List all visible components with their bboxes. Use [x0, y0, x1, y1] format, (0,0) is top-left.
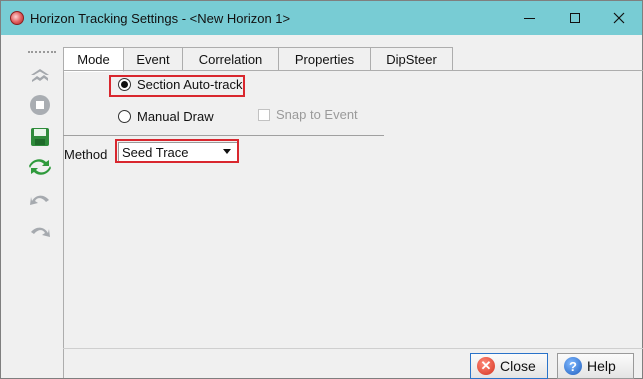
undo-icon [30, 195, 49, 205]
redo-icon [31, 227, 50, 237]
help-icon: ? [564, 357, 582, 375]
stop-tool-button[interactable] [26, 93, 54, 117]
section-autotrack-label: Section Auto-track [137, 77, 243, 92]
close-icon [613, 12, 625, 24]
app-icon [10, 11, 24, 25]
manual-draw-label: Manual Draw [137, 109, 214, 124]
stop-icon [30, 95, 50, 115]
retrack-tool-button[interactable] [26, 155, 54, 179]
tab-panel-left-border [63, 70, 64, 378]
close-circle-icon: ✕ [477, 357, 495, 375]
window-title: Horizon Tracking Settings - <New Horizon… [30, 10, 291, 26]
close-button-label: Close [500, 358, 536, 374]
toolbar-grip[interactable] [28, 51, 56, 55]
minimize-icon [523, 17, 535, 19]
minimize-button[interactable] [506, 1, 552, 35]
mode-separator [63, 135, 384, 136]
redo-tool-button[interactable] [26, 219, 54, 243]
section-autotrack-radio[interactable] [118, 78, 131, 91]
tab-bar: Mode Event Correlation Properties DipSte… [63, 47, 453, 72]
close-window-button[interactable] [596, 1, 642, 35]
close-button[interactable]: ✕ Close [470, 353, 548, 379]
save-tool-button[interactable] [26, 125, 54, 149]
horizon-icon [31, 69, 49, 82]
section-autotrack-option[interactable]: Section Auto-track [118, 77, 243, 92]
manual-draw-radio[interactable] [118, 110, 131, 123]
tab-dipsteer[interactable]: DipSteer [371, 47, 453, 71]
save-icon [31, 128, 49, 146]
help-button[interactable]: ? Help [557, 353, 634, 379]
side-toolbar [17, 45, 56, 375]
tab-properties[interactable]: Properties [279, 47, 371, 71]
retrack-icon [29, 159, 51, 175]
undo-tool-button[interactable] [26, 187, 54, 211]
maximize-button[interactable] [552, 1, 598, 35]
snap-to-event-label: Snap to Event [276, 107, 358, 122]
horizon-tool-button[interactable] [26, 63, 54, 87]
radio-selected-dot [121, 81, 128, 88]
tab-event[interactable]: Event [124, 47, 183, 71]
chevron-down-icon [223, 149, 231, 154]
dialog-window: Horizon Tracking Settings - <New Horizon… [0, 0, 643, 379]
button-bar-separator [63, 348, 643, 349]
method-select-value: Seed Trace [122, 144, 189, 160]
snap-to-event-checkbox[interactable] [258, 109, 270, 121]
maximize-icon [570, 13, 580, 23]
tab-panel-border [63, 70, 643, 71]
manual-draw-option[interactable]: Manual Draw [118, 109, 214, 124]
method-select[interactable]: Seed Trace [118, 142, 238, 162]
method-label: Method [64, 147, 108, 162]
title-bar[interactable]: Horizon Tracking Settings - <New Horizon… [1, 1, 642, 35]
tab-mode[interactable]: Mode [63, 47, 124, 72]
tab-correlation[interactable]: Correlation [183, 47, 279, 71]
help-button-label: Help [587, 358, 616, 374]
